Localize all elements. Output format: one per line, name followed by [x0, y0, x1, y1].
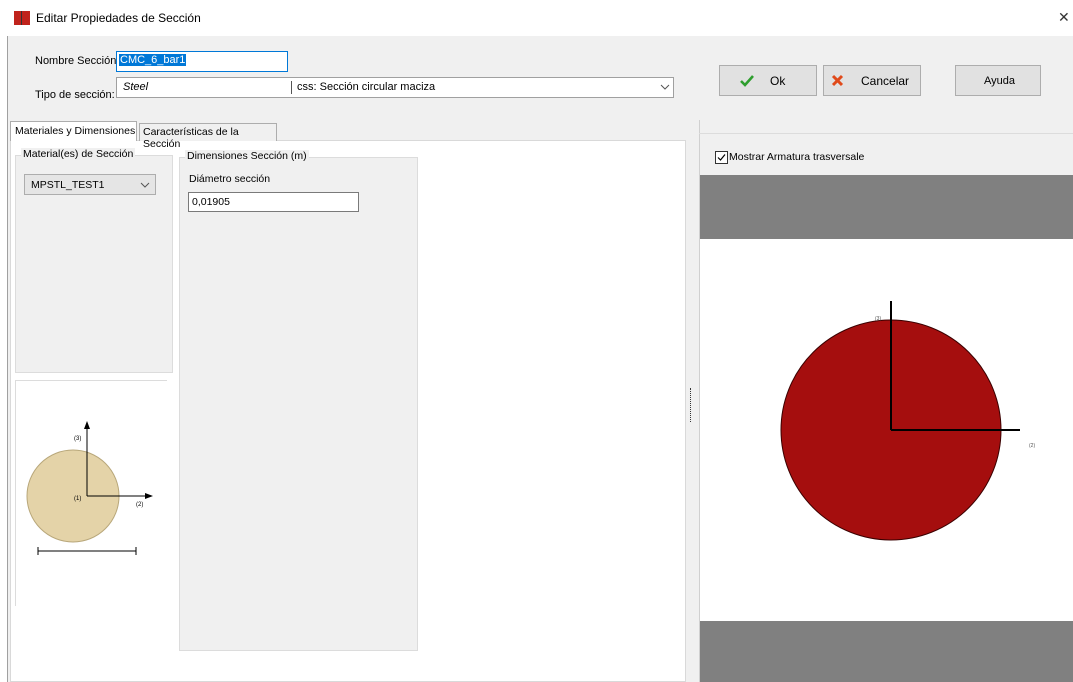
section-preview-viewport[interactable]: (3) (2) — [700, 239, 1073, 621]
preview-band-bottom — [700, 621, 1073, 682]
section-type-label: Tipo de sección: — [35, 89, 115, 101]
checkmark-icon — [717, 154, 726, 161]
dimensions-group-title: Dimensiones Sección (m) — [185, 150, 309, 162]
cancel-x-icon — [831, 74, 844, 87]
preview-divider — [699, 133, 1073, 134]
splitter-grip[interactable] — [690, 388, 693, 422]
chevron-down-icon — [660, 84, 670, 90]
axis-2-label: (2) — [136, 502, 143, 508]
window-title: Editar Propiedades de Sección — [36, 11, 201, 25]
ok-label: Ok — [770, 74, 786, 88]
section-type-value: css: Sección circular maciza — [297, 81, 436, 93]
preview-axis-2-label: (2) — [1029, 443, 1035, 449]
window-frame-left — [0, 36, 8, 682]
preview-band-top — [700, 175, 1073, 239]
cancel-label: Cancelar — [861, 74, 910, 88]
section-name-value: CMC_6_bar1 — [119, 54, 187, 66]
chevron-down-icon — [140, 182, 150, 188]
diameter-value: 0,01905 — [192, 196, 230, 208]
material-select[interactable]: MPSTL_TEST1 — [24, 174, 156, 195]
section-name-input[interactable]: CMC_6_bar1 — [116, 51, 288, 72]
show-transverse-rebar-checkbox[interactable] — [715, 151, 728, 164]
section-preview-drawing: (3) (2) — [780, 301, 1035, 541]
help-label: Ayuda — [984, 75, 1015, 87]
tab-label: Materiales y Dimensiones — [15, 125, 136, 137]
help-button[interactable]: Ayuda — [955, 65, 1041, 96]
app-book-icon — [14, 11, 30, 25]
materials-group-title: Material(es) de Sección — [21, 148, 136, 160]
tab-label: Características de la Sección — [143, 126, 239, 150]
ok-button[interactable]: Ok — [719, 65, 817, 96]
section-thumbnail: (3) (1) (2) — [15, 380, 167, 606]
diameter-input[interactable]: 0,01905 — [188, 192, 359, 212]
section-type-divider — [291, 81, 292, 94]
tab-materials-dimensions[interactable]: Materiales y Dimensiones — [10, 121, 137, 141]
section-name-label: Nombre Sección: — [35, 55, 120, 67]
axis-1-label: (1) — [74, 496, 81, 502]
cancel-button[interactable]: Cancelar — [823, 65, 921, 96]
diameter-label: Diámetro sección — [189, 173, 271, 185]
check-icon — [740, 75, 754, 87]
section-type-family: Steel — [123, 81, 149, 93]
circular-section-diagram: (3) (1) (2) — [26, 421, 153, 555]
show-transverse-rebar-label[interactable]: Mostrar Armatura trasversale — [729, 151, 864, 163]
section-type-select[interactable]: Steel css: Sección circular maciza — [116, 77, 674, 98]
close-icon[interactable]: ✕ — [1058, 9, 1070, 26]
dimensions-group — [179, 157, 418, 651]
material-select-value: MPSTL_TEST1 — [31, 179, 105, 191]
tab-section-characteristics[interactable]: Características de la Sección — [139, 123, 277, 150]
preview-axis-3-label: (3) — [875, 316, 881, 322]
axis-3-label: (3) — [74, 436, 81, 442]
